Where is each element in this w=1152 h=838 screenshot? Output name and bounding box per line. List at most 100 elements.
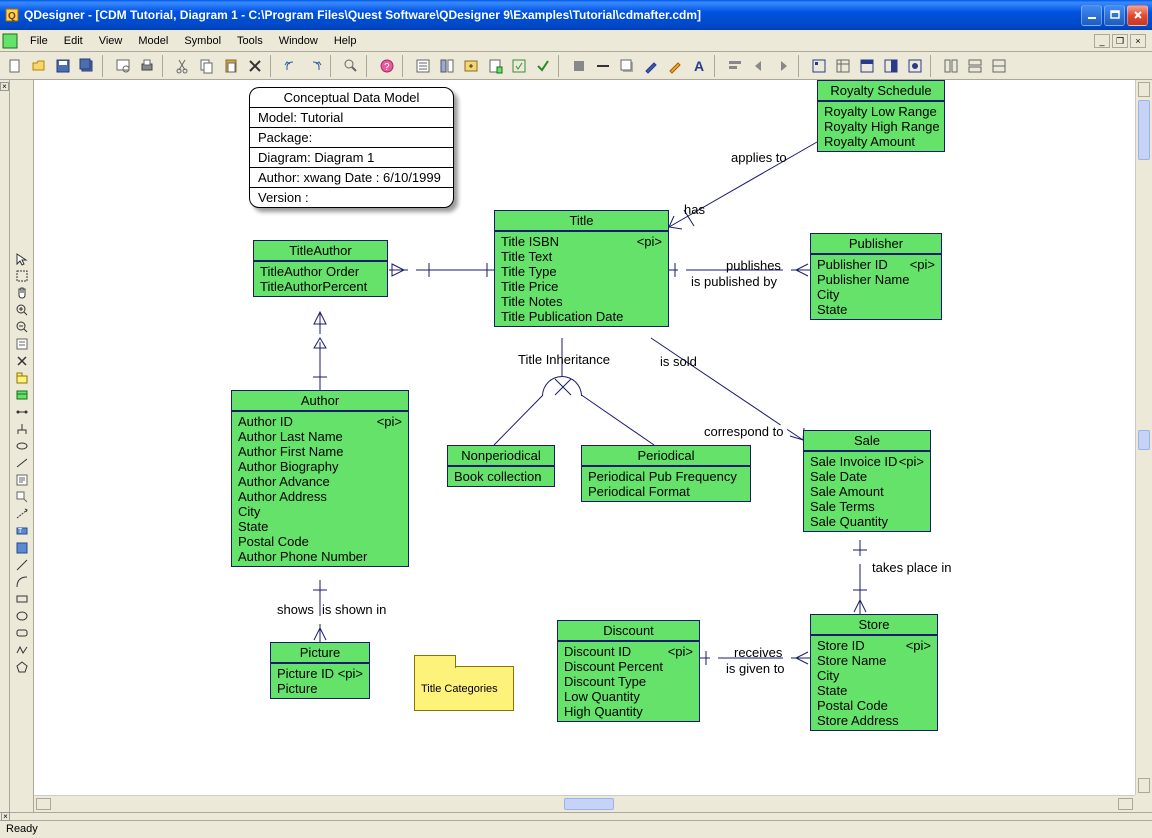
refresh-button[interactable]	[508, 55, 530, 77]
delete-button[interactable]	[244, 55, 266, 77]
arc-tool[interactable]	[12, 573, 32, 590]
model-list-button[interactable]	[436, 55, 458, 77]
cut-button[interactable]	[172, 55, 194, 77]
rounded-rect-tool[interactable]	[12, 624, 32, 641]
dock-close-icon[interactable]: ×	[0, 82, 9, 91]
open-button[interactable]	[28, 55, 50, 77]
layout-btn4[interactable]	[880, 55, 902, 77]
mdi-close-button[interactable]: ×	[1130, 34, 1146, 48]
align-button[interactable]	[724, 55, 746, 77]
view-btn3[interactable]	[988, 55, 1010, 77]
hand-tool[interactable]	[12, 284, 32, 301]
entity-titleauthor[interactable]: TitleAuthor TitleAuthor Order TitleAutho…	[253, 240, 388, 297]
title-tool[interactable]: T	[12, 522, 32, 539]
entity-author[interactable]: Author Author IDpi Author Last Name Auth…	[231, 390, 409, 567]
horizontal-scrollbar[interactable]	[34, 795, 1135, 812]
menu-tools[interactable]: Tools	[229, 33, 271, 49]
help-button[interactable]: ?	[376, 55, 398, 77]
zoom-out-tool[interactable]	[12, 318, 32, 335]
ellipse-tool[interactable]	[12, 607, 32, 624]
menu-file[interactable]: File	[22, 33, 56, 49]
entity-periodical[interactable]: Periodical Periodical Pub Frequency Peri…	[581, 445, 751, 502]
new-button[interactable]	[4, 55, 26, 77]
properties-tool[interactable]	[12, 335, 32, 352]
report-button[interactable]	[484, 55, 506, 77]
layout-btn1[interactable]	[808, 55, 830, 77]
dependency-tool[interactable]	[12, 505, 32, 522]
menu-view[interactable]: View	[91, 33, 131, 49]
mdi-restore-button[interactable]: ❐	[1112, 34, 1128, 48]
entity-sale[interactable]: Sale Sale Invoice IDpi Sale Date Sale Am…	[803, 430, 931, 532]
inheritance-symbol[interactable]	[542, 376, 582, 396]
undo-button[interactable]	[280, 55, 302, 77]
line-style-button[interactable]	[592, 55, 614, 77]
statusbar: Ready	[0, 820, 1152, 838]
entity-discount[interactable]: Discount Discount IDpi Discount Percent …	[557, 620, 700, 722]
arrow-left-button[interactable]	[748, 55, 770, 77]
shadow-button[interactable]	[616, 55, 638, 77]
note-tool[interactable]	[12, 471, 32, 488]
menu-symbol[interactable]: Symbol	[176, 33, 229, 49]
generate-button[interactable]	[460, 55, 482, 77]
print-button[interactable]	[136, 55, 158, 77]
menu-help[interactable]: Help	[326, 33, 365, 49]
fill-button[interactable]	[568, 55, 590, 77]
bottom-dock-close-icon[interactable]: ×	[1, 812, 10, 821]
layout-btn2[interactable]	[832, 55, 854, 77]
vertical-scrollbar[interactable]	[1135, 80, 1152, 795]
line-tool[interactable]	[12, 556, 32, 573]
entity-store[interactable]: Store Store IDpi Store Name City State P…	[810, 614, 938, 731]
check-button[interactable]	[532, 55, 554, 77]
model-properties-button[interactable]	[412, 55, 434, 77]
package-tool[interactable]	[12, 369, 32, 386]
delete-tool[interactable]	[12, 352, 32, 369]
zoom-in-tool[interactable]	[12, 301, 32, 318]
diagram-canvas[interactable]: Conceptual Data Model Model: Tutorial Pa…	[34, 80, 1152, 812]
save-all-button[interactable]	[76, 55, 98, 77]
model-info-box[interactable]: Conceptual Data Model Model: Tutorial Pa…	[249, 87, 454, 208]
menu-edit[interactable]: Edit	[56, 33, 91, 49]
view-btn2[interactable]	[964, 55, 986, 77]
menu-model[interactable]: Model	[130, 33, 176, 49]
entity-nonperiodical[interactable]: Nonperiodical Book collection	[447, 445, 555, 487]
text-button[interactable]: A	[688, 55, 710, 77]
close-button[interactable]	[1127, 5, 1148, 26]
inheritance-tool[interactable]	[12, 420, 32, 437]
menu-window[interactable]: Window	[271, 33, 326, 49]
package-title-categories[interactable]: Title Categories	[414, 666, 514, 711]
entity-publisher[interactable]: Publisher Publisher IDpi Publisher Name …	[810, 233, 942, 320]
entity-royalty-schedule[interactable]: Royalty Schedule Royalty Low Range Royal…	[817, 80, 945, 152]
text-tool[interactable]	[12, 539, 32, 556]
layout-btn3[interactable]	[856, 55, 878, 77]
save-button[interactable]	[52, 55, 74, 77]
polygon-tool[interactable]	[12, 658, 32, 675]
rel-is-given-to: is given to	[726, 661, 785, 676]
paste-button[interactable]	[220, 55, 242, 77]
entity-tool[interactable]	[12, 386, 32, 403]
arrow-right-button[interactable]	[772, 55, 794, 77]
layout-btn5[interactable]	[904, 55, 926, 77]
left-dock[interactable]: ×	[0, 80, 10, 812]
pointer-tool[interactable]	[12, 250, 32, 267]
entity-picture[interactable]: Picture Picture IDpi Picture	[270, 642, 370, 699]
pen-button[interactable]	[640, 55, 662, 77]
rel-receives: receives	[734, 645, 782, 660]
association-tool[interactable]	[12, 437, 32, 454]
pencil-button[interactable]	[664, 55, 686, 77]
maximize-button[interactable]	[1104, 5, 1125, 26]
relationship-tool[interactable]	[12, 403, 32, 420]
bottom-dock[interactable]: ×	[0, 812, 1152, 820]
redo-button[interactable]	[304, 55, 326, 77]
find-button[interactable]	[340, 55, 362, 77]
view-btn1[interactable]	[940, 55, 962, 77]
copy-button[interactable]	[196, 55, 218, 77]
print-preview-button[interactable]	[112, 55, 134, 77]
rectangle-tool[interactable]	[12, 590, 32, 607]
minimize-button[interactable]	[1081, 5, 1102, 26]
lasso-tool[interactable]	[12, 267, 32, 284]
mdi-minimize-button[interactable]: _	[1094, 34, 1110, 48]
link-tool[interactable]	[12, 454, 32, 471]
entity-title[interactable]: Title Title ISBNpi Title Text Title Type…	[494, 210, 669, 327]
polyline-tool[interactable]	[12, 641, 32, 658]
note-link-tool[interactable]	[12, 488, 32, 505]
